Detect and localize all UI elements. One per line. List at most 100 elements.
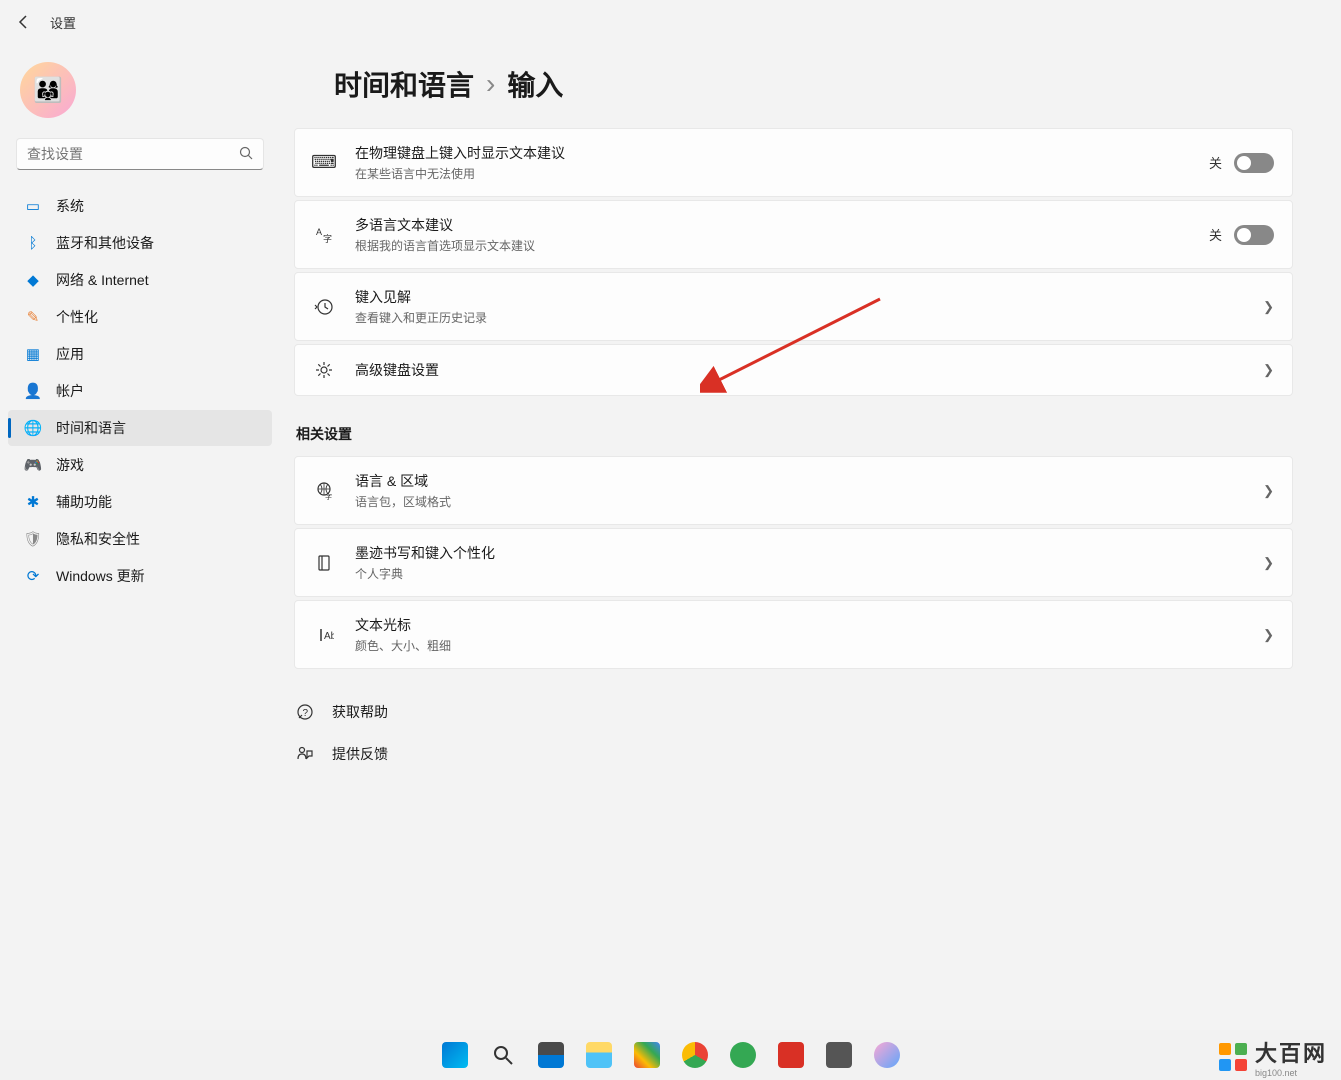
sidebar-item-label: 时间和语言 (56, 418, 126, 438)
time-language-icon: 🌐 (24, 419, 42, 437)
svg-text:字: 字 (323, 233, 332, 244)
sidebar-item-label: 隐私和安全性 (56, 529, 140, 549)
sidebar: 👨‍👩‍👧 ▭ 系统 ᛒ 蓝牙和其他设备 ◆ 网络 & Internet ✎ 个… (0, 44, 280, 1080)
sidebar-item-gaming[interactable]: 🎮 游戏 (8, 447, 272, 483)
svg-text:A: A (316, 227, 322, 237)
taskbar-app[interactable] (626, 1034, 668, 1076)
sidebar-item-label: 系统 (56, 196, 84, 216)
svg-text:Ab: Ab (324, 631, 334, 642)
chevron-right-icon: ❯ (1263, 483, 1274, 499)
taskbar-explorer[interactable] (578, 1034, 620, 1076)
svg-text:字: 字 (325, 492, 332, 501)
sidebar-item-windows-update[interactable]: ⟳ Windows 更新 (8, 558, 272, 594)
bluetooth-icon: ᛒ (24, 234, 42, 252)
setting-subtitle: 个人字典 (355, 565, 1243, 582)
setting-title: 多语言文本建议 (355, 215, 1189, 235)
search-icon (239, 146, 253, 163)
feedback-icon (296, 745, 314, 763)
setting-subtitle: 根据我的语言首选项显示文本建议 (355, 237, 1189, 254)
taskbar-chrome[interactable] (674, 1034, 716, 1076)
taskbar-app4[interactable] (866, 1034, 908, 1076)
search-box[interactable] (16, 138, 264, 170)
setting-subtitle: 语言包，区域格式 (355, 493, 1243, 510)
chevron-right-icon: ❯ (1263, 555, 1274, 571)
chevron-right-icon: ❯ (1263, 299, 1274, 315)
sidebar-item-bluetooth[interactable]: ᛒ 蓝牙和其他设备 (8, 225, 272, 261)
related-settings-header: 相关设置 (296, 424, 1293, 444)
sidebar-item-label: 辅助功能 (56, 492, 112, 512)
taskbar-search[interactable] (482, 1034, 524, 1076)
related-text-cursor[interactable]: Ab 文本光标 颜色、大小、粗细 ❯ (294, 600, 1293, 669)
setting-subtitle: 在某些语言中无法使用 (355, 165, 1189, 182)
setting-text-suggestions[interactable]: ⌨ 在物理键盘上键入时显示文本建议 在某些语言中无法使用 关 (294, 128, 1293, 197)
chevron-right-icon: ❯ (1263, 362, 1274, 378)
toggle-state-label: 关 (1209, 153, 1222, 172)
setting-title: 键入见解 (355, 287, 1243, 307)
history-icon (313, 296, 335, 318)
sidebar-item-label: Windows 更新 (56, 566, 145, 586)
sidebar-item-personalization[interactable]: ✎ 个性化 (8, 299, 272, 335)
apps-icon: ▦ (24, 345, 42, 363)
setting-title: 墨迹书写和键入个性化 (355, 543, 1243, 563)
globe-language-icon: 字 (313, 480, 335, 502)
privacy-icon: 🛡 (24, 530, 42, 548)
help-link-label: 提供反馈 (332, 744, 388, 764)
watermark-sub: big100.net (1255, 1068, 1327, 1078)
get-help-link[interactable]: ? 获取帮助 (294, 694, 1293, 730)
text-cursor-icon: Ab (313, 624, 335, 646)
breadcrumb-parent[interactable]: 时间和语言 (334, 64, 474, 104)
help-icon: ? (296, 703, 314, 721)
help-link-label: 获取帮助 (332, 702, 388, 722)
user-avatar[interactable]: 👨‍👩‍👧 (20, 62, 76, 118)
sidebar-item-label: 应用 (56, 344, 84, 364)
sidebar-item-label: 蓝牙和其他设备 (56, 233, 154, 253)
sidebar-item-label: 网络 & Internet (56, 270, 149, 290)
language-icon: A字 (313, 224, 335, 246)
taskbar-app3[interactable] (770, 1034, 812, 1076)
feedback-link[interactable]: 提供反馈 (294, 736, 1293, 772)
sidebar-item-time-language[interactable]: 🌐 时间和语言 (8, 410, 272, 446)
setting-subtitle: 颜色、大小、粗细 (355, 637, 1243, 654)
sidebar-item-apps[interactable]: ▦ 应用 (8, 336, 272, 372)
sidebar-item-network[interactable]: ◆ 网络 & Internet (8, 262, 272, 298)
taskbar-taskview[interactable] (530, 1034, 572, 1076)
sidebar-item-label: 帐户 (56, 381, 84, 401)
window-title: 设置 (50, 13, 76, 32)
system-icon: ▭ (24, 197, 42, 215)
breadcrumb-current: 输入 (507, 64, 563, 104)
setting-title: 在物理键盘上键入时显示文本建议 (355, 143, 1189, 163)
sidebar-item-system[interactable]: ▭ 系统 (8, 188, 272, 224)
accounts-icon: 👤 (24, 382, 42, 400)
start-button[interactable] (434, 1034, 476, 1076)
back-button[interactable] (14, 12, 34, 32)
breadcrumb: 时间和语言 › 输入 (294, 64, 1293, 104)
setting-typing-insights[interactable]: 键入见解 查看键入和更正历史记录 ❯ (294, 272, 1293, 341)
watermark-logo-icon (1217, 1041, 1249, 1073)
sidebar-item-label: 游戏 (56, 455, 84, 475)
sidebar-item-privacy[interactable]: 🛡 隐私和安全性 (8, 521, 272, 557)
sidebar-item-accessibility[interactable]: ✱ 辅助功能 (8, 484, 272, 520)
chevron-right-icon: ❯ (1263, 627, 1274, 643)
accessibility-icon: ✱ (24, 493, 42, 511)
taskbar (0, 1030, 1341, 1080)
dictionary-icon (313, 552, 335, 574)
sidebar-item-label: 个性化 (56, 307, 98, 327)
related-language-region[interactable]: 字 语言 & 区域 语言包，区域格式 ❯ (294, 456, 1293, 525)
taskbar-settings[interactable] (818, 1034, 860, 1076)
setting-advanced-keyboard[interactable]: 高级键盘设置 ❯ (294, 344, 1293, 396)
update-icon: ⟳ (24, 567, 42, 585)
related-inking-typing[interactable]: 墨迹书写和键入个性化 个人字典 ❯ (294, 528, 1293, 597)
sidebar-item-accounts[interactable]: 👤 帐户 (8, 373, 272, 409)
search-input[interactable] (27, 146, 239, 162)
network-icon: ◆ (24, 271, 42, 289)
gear-icon (313, 359, 335, 381)
setting-title: 文本光标 (355, 615, 1243, 635)
taskbar-app2[interactable] (722, 1034, 764, 1076)
toggle-switch[interactable] (1234, 225, 1274, 245)
toggle-switch[interactable] (1234, 153, 1274, 173)
keyboard-icon: ⌨ (313, 152, 335, 174)
setting-subtitle: 查看键入和更正历史记录 (355, 309, 1243, 326)
setting-title: 高级键盘设置 (355, 360, 1243, 380)
setting-multilingual-suggestions[interactable]: A字 多语言文本建议 根据我的语言首选项显示文本建议 关 (294, 200, 1293, 269)
watermark-main: 大百网 (1255, 1036, 1327, 1068)
